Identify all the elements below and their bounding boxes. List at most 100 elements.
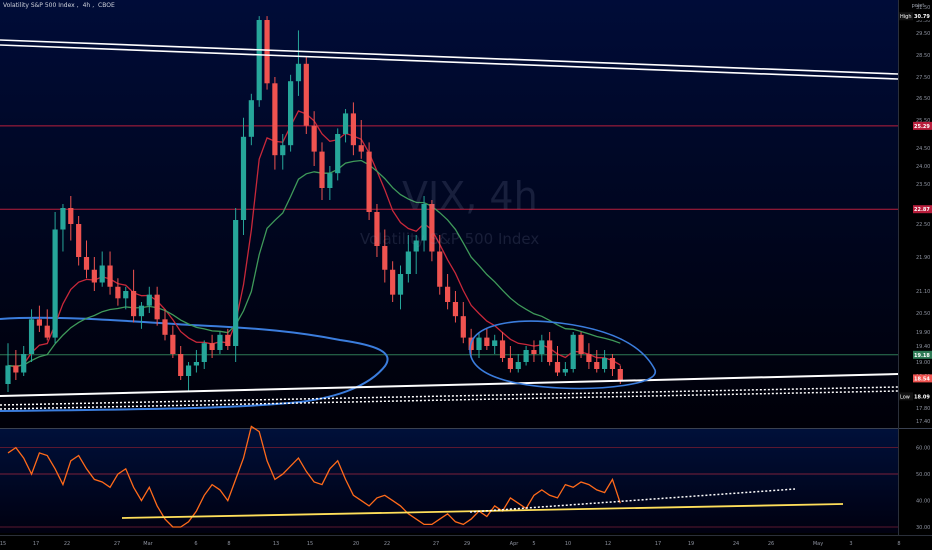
price-tick-label: 19.40 <box>916 344 930 350</box>
time-tick-label: 15 <box>0 541 6 547</box>
price-tick-label: 19.90 <box>916 330 930 336</box>
candle-body <box>319 151 325 188</box>
candle-body <box>201 343 207 362</box>
candle-body <box>60 208 66 230</box>
candle[interactable] <box>264 16 270 90</box>
price-level-label: 30.79High <box>899 12 932 21</box>
time-tick-label: 22 <box>64 541 70 547</box>
candle[interactable] <box>288 74 294 152</box>
candle-body <box>91 269 97 283</box>
candle-body <box>99 265 105 283</box>
time-tick-label: Mar <box>143 541 153 547</box>
time-tick-label: 15 <box>307 541 313 547</box>
candle-body <box>499 340 506 358</box>
candle-body <box>28 319 35 354</box>
candle-body <box>5 365 11 384</box>
candle-body <box>570 334 576 369</box>
time-tick-label: 19 <box>688 541 694 547</box>
candle[interactable] <box>303 57 309 134</box>
candle-body <box>225 334 231 346</box>
time-tick-label: 29 <box>464 541 470 547</box>
price-tick-label: 22.50 <box>916 222 930 228</box>
candle-body <box>476 337 482 350</box>
candle-body <box>397 274 404 295</box>
time-tick-label: 8 <box>897 541 900 547</box>
candle-body <box>311 125 317 152</box>
candle-body <box>578 334 584 354</box>
price-level-label: 18.54 <box>913 374 932 383</box>
candle-body <box>492 340 498 346</box>
candle-body <box>240 136 247 220</box>
time-tick-label: May <box>813 541 823 547</box>
candle-body <box>609 358 616 369</box>
price-level-label: 22.87 <box>913 205 932 214</box>
price-tick-label: 24.50 <box>916 146 930 152</box>
price-level-label: 18.09 Low <box>899 392 932 401</box>
candle-body <box>484 337 490 346</box>
price-tick-label: 27.50 <box>916 75 930 81</box>
candle-body <box>264 20 270 84</box>
price-label-tag: Low <box>900 394 910 400</box>
candle-body <box>452 302 459 317</box>
time-tick-label: 20 <box>353 541 359 547</box>
price-tick-label: 19.00 <box>916 360 930 366</box>
time-tick-label: 6 <box>194 541 197 547</box>
time-tick-label: 13 <box>273 541 279 547</box>
candle[interactable] <box>233 208 239 362</box>
price-tick-label: 17.40 <box>916 419 930 425</box>
candle-body <box>209 343 215 350</box>
price-tick-label: 21.10 <box>916 289 930 295</box>
candle-body <box>390 269 396 295</box>
candle[interactable] <box>366 142 372 220</box>
time-tick-label: 17 <box>33 541 39 547</box>
candle-body <box>107 265 113 287</box>
candle-body <box>170 334 176 354</box>
price-label-value: 18.09 <box>914 394 930 400</box>
time-tick-label: 26 <box>768 541 774 547</box>
vix-4h-chart[interactable]: point 31.5030.5029.5028.5027.5026.5025.5… <box>0 0 932 550</box>
symbol-name[interactable]: Volatility S&P 500 Index <box>3 2 75 9</box>
candle-body <box>547 340 553 362</box>
candle-body <box>68 208 74 224</box>
rsi-tick-label: 30.00 <box>916 525 930 531</box>
time-tick-label: 12 <box>605 541 611 547</box>
candle-body <box>554 362 561 373</box>
candle[interactable] <box>570 332 576 373</box>
candle[interactable] <box>52 212 58 344</box>
candle-body <box>193 362 199 366</box>
candle-body <box>460 316 466 338</box>
watermark-name: Volatility S&P 500 Index <box>360 230 540 248</box>
price-tick-label: 20.50 <box>916 311 930 317</box>
price-tick-label: 21.90 <box>916 255 930 261</box>
candle-body <box>154 294 160 320</box>
rsi-tick-label: 60.00 <box>916 446 930 452</box>
candle-body <box>562 369 568 373</box>
candle-body <box>280 145 286 156</box>
time-tick-label: Apr <box>510 541 520 547</box>
candle-body <box>76 224 82 257</box>
candle-body <box>617 369 623 380</box>
candle-body <box>248 100 254 137</box>
candle[interactable] <box>335 128 341 181</box>
candle-body <box>445 286 451 302</box>
candle-body <box>36 319 42 326</box>
candle-body <box>539 340 545 354</box>
candle-body <box>358 145 364 152</box>
candle-body <box>162 319 168 335</box>
candle-body <box>515 362 521 369</box>
price-level-label: 19.18 <box>913 350 932 359</box>
rsi-tick-label: 40.00 <box>916 499 930 505</box>
time-tick-label: 27 <box>433 541 439 547</box>
candle-body <box>21 354 27 373</box>
candle[interactable] <box>256 16 262 107</box>
time-tick-label: 22 <box>384 541 390 547</box>
price-label-tag: High <box>900 14 912 20</box>
price-tick-label: 23.50 <box>916 182 930 188</box>
interval-label[interactable]: 4h <box>83 2 91 9</box>
candle-body <box>594 362 600 369</box>
candle-body <box>178 354 184 376</box>
candle-body <box>405 251 411 274</box>
candle-body <box>335 134 341 174</box>
price-label-value: 30.79 <box>914 14 930 20</box>
candle-body <box>342 113 349 134</box>
